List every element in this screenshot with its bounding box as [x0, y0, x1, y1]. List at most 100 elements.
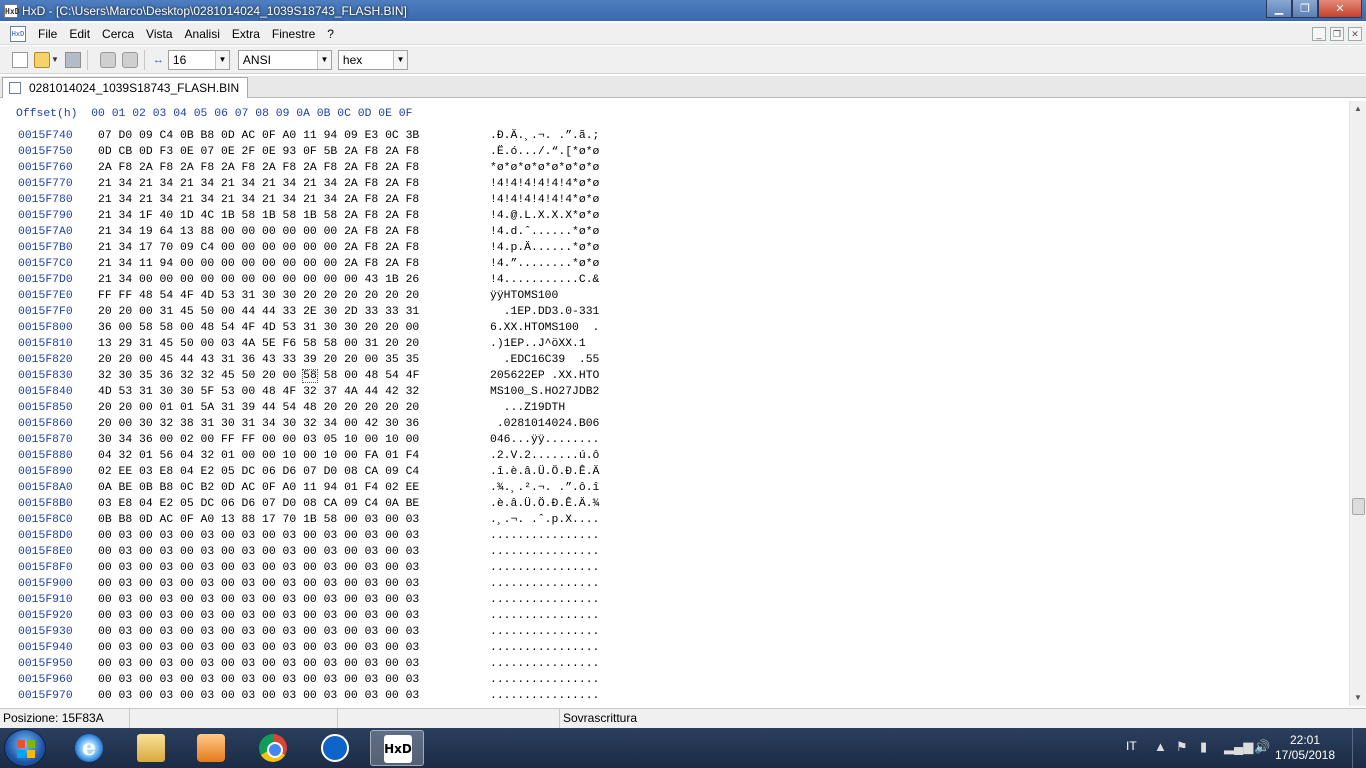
- row-hex-bytes[interactable]: 21 34 19 64 13 88 00 00 00 00 00 00 2A F…: [98, 224, 419, 240]
- mdi-restore-button[interactable]: ❐: [1330, 27, 1344, 41]
- row-hex-bytes[interactable]: 21 34 17 70 09 C4 00 00 00 00 00 00 2A F…: [98, 240, 419, 256]
- cursor-byte[interactable]: 58: [302, 369, 318, 383]
- language-indicator[interactable]: IT: [1126, 739, 1137, 753]
- battery-icon[interactable]: ▮: [1200, 739, 1207, 755]
- row-hex-bytes[interactable]: 21 34 1F 40 1D 4C 1B 58 1B 58 1B 58 2A F…: [98, 208, 419, 224]
- hex-byte[interactable]: 4F: [406, 370, 420, 382]
- hex-byte[interactable]: 50: [242, 370, 256, 382]
- row-hex-bytes[interactable]: 13 29 31 45 50 00 03 4A 5E F6 58 58 00 3…: [98, 336, 419, 352]
- hex-byte[interactable]: 32: [201, 370, 215, 382]
- row-hex-bytes[interactable]: 36 00 58 58 00 48 54 4F 4D 53 31 30 30 2…: [98, 320, 419, 336]
- row-hex-bytes[interactable]: 00 03 00 03 00 03 00 03 00 03 00 03 00 0…: [98, 640, 419, 656]
- open-dropdown-icon[interactable]: ▼: [51, 55, 59, 64]
- document-icon[interactable]: HxD: [10, 25, 26, 42]
- row-ascii[interactable]: ................: [490, 640, 599, 656]
- row-hex-bytes[interactable]: 00 03 00 03 00 03 00 03 00 03 00 03 00 0…: [98, 592, 419, 608]
- media-player-button[interactable]: [184, 730, 238, 766]
- row-ascii[interactable]: .2.V.2.......ú.ô: [490, 448, 599, 464]
- show-desktop-button[interactable]: [1352, 728, 1366, 768]
- hxd-app-icon[interactable]: HxD: [4, 3, 19, 18]
- hex-byte[interactable]: 20: [262, 370, 276, 382]
- menu-vista[interactable]: Vista: [140, 23, 178, 45]
- maximize-button[interactable]: ❐: [1292, 0, 1318, 18]
- row-ascii[interactable]: 205622EP .XX.HTO: [490, 368, 599, 384]
- row-hex-bytes[interactable]: 20 20 00 01 01 5A 31 39 44 54 48 20 20 2…: [98, 400, 419, 416]
- row-ascii[interactable]: !4...........C.&: [490, 272, 599, 288]
- row-hex-bytes[interactable]: 21 34 21 34 21 34 21 34 21 34 21 34 2A F…: [98, 192, 419, 208]
- file-explorer-button[interactable]: [124, 730, 178, 766]
- row-hex-bytes[interactable]: 21 34 21 34 21 34 21 34 21 34 21 34 2A F…: [98, 176, 419, 192]
- row-hex-bytes[interactable]: FF FF 48 54 4F 4D 53 31 30 30 20 20 20 2…: [98, 288, 419, 304]
- start-button[interactable]: [4, 729, 46, 767]
- hex-byte[interactable]: 32: [180, 370, 194, 382]
- row-ascii[interactable]: .1EP.DD3.0-331: [490, 304, 600, 320]
- row-hex-bytes[interactable]: 03 E8 04 E2 05 DC 06 D6 07 D0 08 CA 09 C…: [98, 496, 419, 512]
- row-hex-bytes[interactable]: 0A BE 0B B8 0C B2 0D AC 0F A0 11 94 01 F…: [98, 480, 419, 496]
- row-ascii[interactable]: .¾.¸.².¬. .”.ô.î: [490, 480, 599, 496]
- row-ascii[interactable]: ................: [490, 672, 599, 688]
- row-hex-bytes[interactable]: 00 03 00 03 00 03 00 03 00 03 00 03 00 0…: [98, 576, 419, 592]
- row-hex-bytes[interactable]: 21 34 00 00 00 00 00 00 00 00 00 00 00 4…: [98, 272, 419, 288]
- close-button[interactable]: ✕: [1318, 0, 1362, 18]
- row-ascii[interactable]: .è.â.Ü.Ö.Ð.Ê.Ä.¾: [490, 496, 599, 512]
- row-ascii[interactable]: ................: [490, 560, 599, 576]
- row-ascii[interactable]: ................: [490, 544, 599, 560]
- row-ascii[interactable]: .î.è.â.Ü.Ö.Ð.Ê.Ä: [490, 464, 599, 480]
- row-hex-bytes[interactable]: 20 00 30 32 38 31 30 31 34 30 32 34 00 4…: [98, 416, 419, 432]
- hex-byte[interactable]: 00: [283, 370, 297, 382]
- row-hex-bytes[interactable]: 0B B8 0D AC 0F A0 13 88 17 70 1B 58 00 0…: [98, 512, 419, 528]
- offset-base-select[interactable]: hex ▼: [337, 49, 408, 70]
- teamviewer-button[interactable]: [308, 730, 362, 766]
- row-ascii[interactable]: .¸.¬. .ˆ.p.X....: [490, 512, 599, 528]
- menu-edit[interactable]: Edit: [63, 23, 96, 45]
- row-hex-bytes[interactable]: 20 20 00 31 45 50 00 44 44 33 2E 30 2D 3…: [98, 304, 419, 320]
- chevron-down-icon[interactable]: ▼: [316, 50, 331, 69]
- show-hidden-icons-icon[interactable]: ▲: [1154, 739, 1167, 754]
- row-hex-bytes[interactable]: 00 03 00 03 00 03 00 03 00 03 00 03 00 0…: [98, 624, 419, 640]
- bytes-per-row-select[interactable]: 16 ▼: [167, 49, 230, 70]
- hex-byte[interactable]: 00: [344, 370, 358, 382]
- menu-finestre[interactable]: Finestre: [266, 23, 321, 45]
- open-folder-icon[interactable]: [34, 51, 50, 68]
- row-hex-bytes[interactable]: 00 03 00 03 00 03 00 03 00 03 00 03 00 0…: [98, 608, 419, 624]
- row-ascii[interactable]: .Ë.ó.../.“.[*ø*ø: [490, 144, 599, 160]
- row-hex-bytes[interactable]: 00 03 00 03 00 03 00 03 00 03 00 03 00 0…: [98, 672, 419, 688]
- row-hex-bytes[interactable]: 04 32 01 56 04 32 01 00 00 10 00 10 00 F…: [98, 448, 419, 464]
- clock[interactable]: 22:01 17/05/2018: [1270, 733, 1340, 763]
- menu-analisi[interactable]: Analisi: [179, 23, 226, 45]
- row-hex-bytes[interactable]: 00 03 00 03 00 03 00 03 00 03 00 03 00 0…: [98, 560, 419, 576]
- row-hex-bytes[interactable]: 30 34 36 00 02 00 FF FF 00 00 03 05 10 0…: [98, 432, 419, 448]
- hex-byte[interactable]: 54: [385, 370, 399, 382]
- scroll-thumb[interactable]: [1352, 498, 1365, 515]
- row-hex-bytes[interactable]: 00 03 00 03 00 03 00 03 00 03 00 03 00 0…: [98, 656, 419, 672]
- mdi-close-button[interactable]: ✕: [1348, 27, 1362, 41]
- hex-byte[interactable]: 32: [98, 370, 112, 382]
- row-hex-bytes[interactable]: 32 30 35 36 32 32 45 50 20 00 58 58 00 4…: [98, 368, 419, 384]
- hxd-taskbar-button[interactable]: HxD: [370, 730, 424, 766]
- row-ascii[interactable]: MS100_S.HO27JDB2: [490, 384, 599, 400]
- charset-select[interactable]: ANSI ▼: [237, 49, 332, 70]
- row-hex-bytes[interactable]: 02 EE 03 E8 04 E2 05 DC 06 D6 07 D0 08 C…: [98, 464, 419, 480]
- volume-icon[interactable]: 🔊: [1254, 739, 1270, 755]
- network-icon[interactable]: ▂▄▆: [1224, 739, 1253, 755]
- row-ascii[interactable]: .)1EP..J^öXX.1: [490, 336, 599, 352]
- chevron-down-icon[interactable]: ▼: [392, 50, 407, 69]
- row-hex-bytes[interactable]: 07 D0 09 C4 0B B8 0D AC 0F A0 11 94 09 E…: [98, 128, 419, 144]
- scroll-down-icon[interactable]: ▼: [1350, 690, 1366, 706]
- row-ascii[interactable]: ................: [490, 592, 599, 608]
- row-ascii[interactable]: ................: [490, 656, 599, 672]
- row-ascii[interactable]: ................: [490, 528, 599, 544]
- row-ascii[interactable]: .EDC16C39 .55: [490, 352, 600, 368]
- row-hex-bytes[interactable]: 4D 53 31 30 30 5F 53 00 48 4F 32 37 4A 4…: [98, 384, 419, 400]
- row-ascii[interactable]: ÿÿHTOMS100: [490, 288, 599, 304]
- internet-explorer-button[interactable]: e: [62, 730, 116, 766]
- row-hex-bytes[interactable]: 00 03 00 03 00 03 00 03 00 03 00 03 00 0…: [98, 528, 419, 544]
- row-ascii[interactable]: *ø*ø*ø*ø*ø*ø*ø*ø: [490, 160, 599, 176]
- row-hex-bytes[interactable]: 00 03 00 03 00 03 00 03 00 03 00 03 00 0…: [98, 688, 419, 704]
- row-ascii[interactable]: ................: [490, 576, 599, 592]
- row-ascii[interactable]: 046...ÿÿ........: [490, 432, 599, 448]
- row-hex-bytes[interactable]: 21 34 11 94 00 00 00 00 00 00 00 00 2A F…: [98, 256, 419, 272]
- hex-editor[interactable]: Offset(h) 00 01 02 03 04 05 06 07 08 09 …: [0, 101, 1366, 706]
- vertical-scrollbar[interactable]: ▲ ▼: [1349, 101, 1366, 706]
- hex-byte[interactable]: 45: [221, 370, 235, 382]
